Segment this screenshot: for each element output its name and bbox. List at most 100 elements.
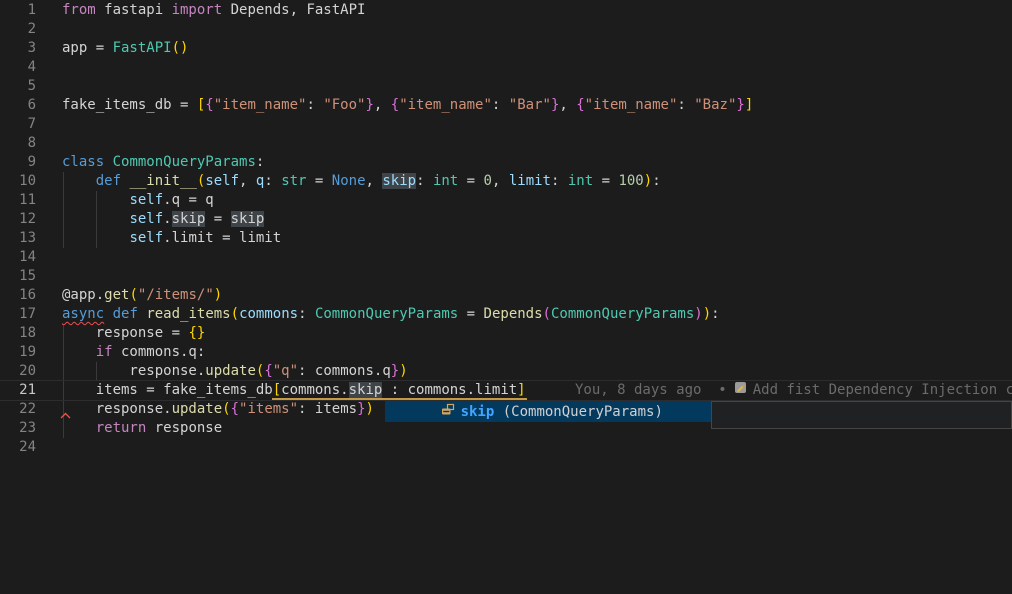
code-line[interactable]: 12 self.skip = skip (0, 210, 1012, 229)
token: self (129, 230, 163, 246)
token: commons (239, 306, 298, 322)
line-number[interactable]: 6 (0, 96, 36, 115)
code-line[interactable]: 10 def __init__(self, q: str = None, ski… (0, 172, 1012, 191)
code-line[interactable]: 13 self.limit = limit (0, 229, 1012, 248)
symbol-field-icon (389, 386, 456, 438)
token: { (205, 97, 213, 113)
line-number[interactable]: 16 (0, 286, 36, 305)
token: "/items/" (138, 287, 214, 303)
line-number[interactable]: 8 (0, 134, 36, 153)
token: { (231, 401, 239, 417)
token: { (264, 363, 272, 379)
token: from (62, 2, 96, 18)
token: : (711, 306, 719, 322)
code-line[interactable]: 1 from fastapi import Depends, FastAPI (0, 1, 1012, 20)
code-line[interactable]: 4 (0, 58, 1012, 77)
line-number[interactable]: 14 (0, 248, 36, 267)
code-line[interactable]: 8 (0, 134, 1012, 153)
token: None (332, 173, 366, 189)
token: __init__ (129, 173, 196, 189)
token: 100 (618, 173, 643, 189)
code-text: self.skip = skip (62, 210, 264, 229)
line-number[interactable]: 22 (0, 400, 36, 419)
code-line[interactable]: 18 response = {} (0, 324, 1012, 343)
line-number[interactable]: 4 (0, 58, 36, 77)
blame-author: You, 8 days ago (575, 381, 701, 400)
code-editor[interactable]: 1 from fastapi import Depends, FastAPI 23 a… (0, 0, 1012, 594)
code-text: from fastapi import Depends, FastAPI (62, 1, 365, 20)
line-number[interactable]: 1 (0, 1, 36, 20)
token: skip (172, 211, 206, 227)
line-number[interactable]: 23 (0, 419, 36, 438)
token: : (492, 97, 509, 113)
token: app = (62, 40, 113, 56)
line-number[interactable]: 13 (0, 229, 36, 248)
code-line[interactable]: 24 (0, 438, 1012, 457)
token: [ (273, 382, 281, 398)
code-line[interactable]: 20 response.update({"q": commons.q}) (0, 362, 1012, 381)
token: "items" (239, 401, 298, 417)
token: "item_name" (214, 97, 307, 113)
token: ( (543, 306, 551, 322)
code-line[interactable]: 17 async def read_items(commons: CommonQu… (0, 305, 1012, 324)
line-number[interactable]: 15 (0, 267, 36, 286)
line-number[interactable]: 24 (0, 438, 36, 457)
code-line[interactable]: 9class CommonQueryParams: (0, 153, 1012, 172)
token: skip (382, 173, 416, 189)
token: import (172, 2, 223, 18)
code-line[interactable]: 16@app.get("/items/") (0, 286, 1012, 305)
token: skip (349, 382, 383, 398)
token: = (593, 173, 618, 189)
token: update (205, 363, 256, 379)
token (62, 344, 96, 360)
token: str (281, 173, 306, 189)
token: commons. (281, 382, 348, 398)
code-line[interactable]: 2 (0, 20, 1012, 39)
line-number[interactable]: 7 (0, 115, 36, 134)
line-number[interactable]: 9 (0, 153, 36, 172)
token: fastapi (96, 2, 172, 18)
code-line[interactable]: 19 if commons.q: (0, 343, 1012, 362)
line-number[interactable]: 5 (0, 77, 36, 96)
line-number[interactable]: 3 (0, 39, 36, 58)
token: ( (231, 306, 239, 322)
line-number[interactable]: 12 (0, 210, 36, 229)
token: response = (62, 325, 188, 341)
code-line[interactable]: 14 (0, 248, 1012, 267)
token: response (146, 420, 222, 436)
token: () (172, 40, 189, 56)
token: = (458, 306, 483, 322)
line-number[interactable]: 18 (0, 324, 36, 343)
token: items = fake_items_db (62, 382, 273, 398)
line-number[interactable]: 20 (0, 362, 36, 381)
line-number[interactable]: 11 (0, 191, 36, 210)
token: , (559, 97, 576, 113)
token (104, 306, 112, 322)
suggest-label: skip (461, 404, 495, 420)
token: CommonQueryParams (315, 306, 458, 322)
token: , (366, 173, 383, 189)
token: def (113, 306, 138, 322)
line-number[interactable]: 19 (0, 343, 36, 362)
code-line[interactable]: 3 app = FastAPI() (0, 39, 1012, 58)
line-number[interactable]: 2 (0, 20, 36, 39)
code-text: return response (62, 419, 222, 438)
token: {} (188, 325, 205, 341)
code-line[interactable]: 7 (0, 115, 1012, 134)
suggest-item-skip[interactable]: skip (CommonQueryParams) (385, 401, 711, 422)
code-text: fake_items_db = [{"item_name": "Foo"}, {… (62, 96, 753, 115)
token: ( (222, 401, 230, 417)
code-line[interactable]: 11 self.q = q (0, 191, 1012, 210)
token: CommonQueryParams (113, 154, 256, 170)
code-line[interactable]: 15 (0, 267, 1012, 286)
code-text: app = FastAPI() (62, 39, 188, 58)
line-number[interactable]: 10 (0, 172, 36, 191)
code-text: self.limit = limit (62, 229, 281, 248)
line-number[interactable]: 17 (0, 305, 36, 324)
code-line[interactable]: 6 fake_items_db = [{"item_name": "Foo"}, … (0, 96, 1012, 115)
line-number[interactable]: 21 (0, 381, 36, 400)
token: ) (214, 287, 222, 303)
token: : (256, 154, 264, 170)
code-line[interactable]: 5 (0, 77, 1012, 96)
code-text: async def read_items(commons: CommonQuer… (62, 305, 720, 324)
